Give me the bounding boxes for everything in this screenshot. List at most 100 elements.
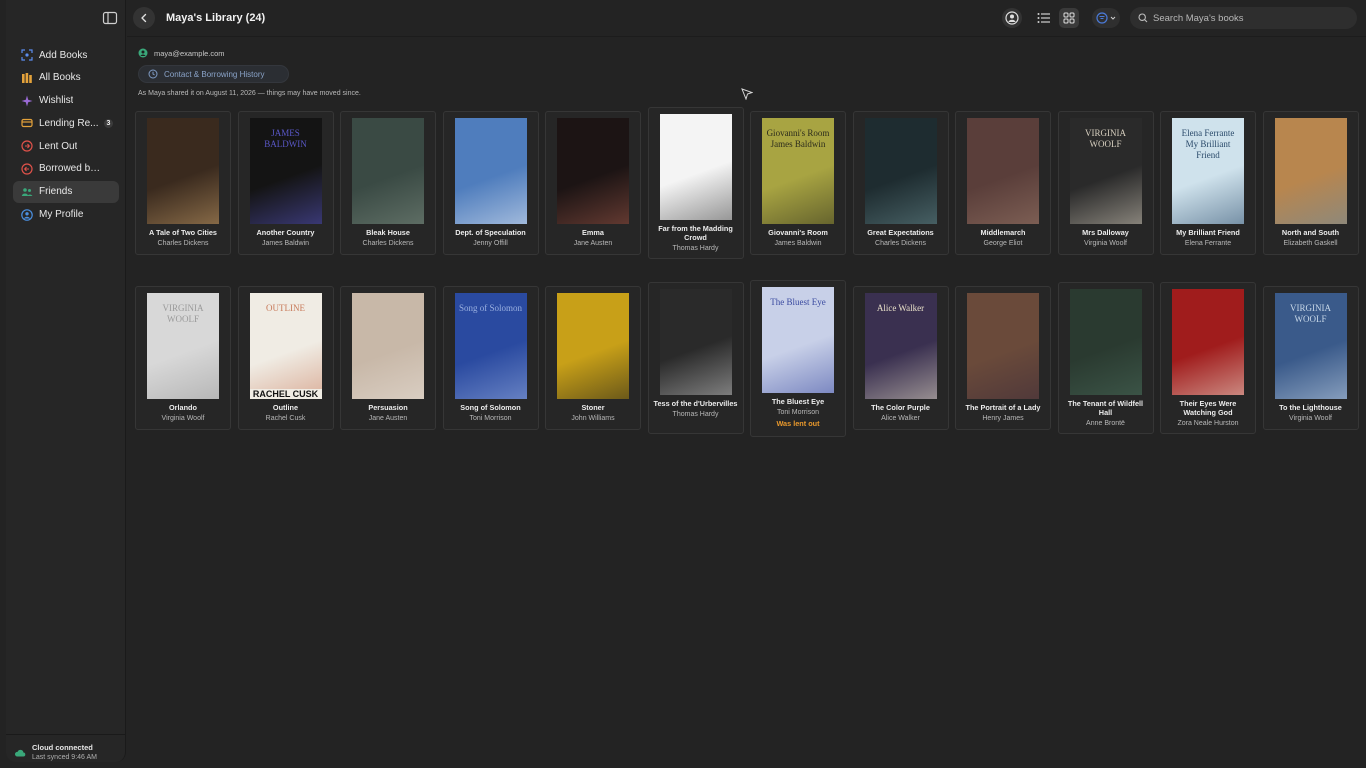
sidebar-item-all-books[interactable]: All Books xyxy=(13,67,119,89)
book-author: Thomas Hardy xyxy=(672,411,719,418)
book-card[interactable]: Great Expectations Charles Dickens xyxy=(852,111,949,255)
book-card[interactable]: Their Eyes Were Watching God Zora Neale H… xyxy=(1160,282,1256,434)
cover-text: VIRGINIA WOOLF xyxy=(1290,303,1331,324)
sidebar-item-add-books[interactable]: Add Books xyxy=(13,44,119,66)
book-card[interactable]: OUTLINE RACHEL CUSK Outline Rachel Cusk xyxy=(237,286,334,430)
book-title: The Portrait of a Lady xyxy=(965,403,1041,412)
search-box[interactable] xyxy=(1130,7,1357,29)
friend-email: maya@example.com xyxy=(138,48,225,58)
book-card[interactable]: Persuasion Jane Austen xyxy=(340,286,436,430)
sidebar-item-borrowed-by-me[interactable]: Borrowed by Me xyxy=(13,158,119,180)
book-card[interactable]: A Tale of Two Cities Charles Dickens xyxy=(135,111,231,255)
book-author: James Baldwin xyxy=(261,240,310,247)
sync-title: Cloud connected xyxy=(32,742,93,752)
book-card[interactable]: Far from the Madding Crowd Thomas Hardy xyxy=(647,107,744,259)
book-card[interactable]: Song of Solomon Song of Solomon Toni Morri… xyxy=(442,286,539,430)
contact-history-label: Contact & Borrowing History xyxy=(164,69,265,79)
list-view-button[interactable] xyxy=(1035,9,1053,27)
filter-circle-icon xyxy=(1096,12,1108,24)
book-card[interactable]: The Portrait of a Lady Henry James xyxy=(955,286,1051,430)
book-card[interactable]: Stoner John Williams xyxy=(545,286,641,430)
cover-text-author: RACHEL CUSK xyxy=(249,389,322,399)
book-author: Virginia Woolf xyxy=(161,415,205,422)
scan-icon xyxy=(21,49,33,61)
book-cover: Elena Ferrante My Brilliant Friend xyxy=(1172,118,1244,224)
book-card[interactable]: VIRGINIA WOOLF To the Lighthouse Virginia … xyxy=(1262,286,1359,430)
book-cover: VIRGINIA WOOLF xyxy=(1274,293,1347,399)
sidebar-item-label: Add Books xyxy=(39,49,88,61)
book-title: Stoner xyxy=(581,403,605,412)
clock-icon xyxy=(148,69,158,79)
filter-menu-button[interactable] xyxy=(1092,8,1120,28)
book-cover xyxy=(967,118,1039,224)
book-cover: Giovanni's Room James Baldwin xyxy=(762,118,834,224)
sidebar-item-label: Lending Re... xyxy=(39,117,99,129)
book-author: Virginia Woolf xyxy=(1289,415,1332,422)
grid-view-button[interactable] xyxy=(1059,8,1079,28)
book-card[interactable]: Giovanni's Room James Baldwin Giovanni's … xyxy=(750,111,846,255)
contact-history-button[interactable]: Contact & Borrowing History xyxy=(138,65,289,83)
toolbar: Maya's Library (24) xyxy=(127,0,1366,37)
book-author: Toni Morrison xyxy=(469,415,512,422)
chevron-left-icon xyxy=(141,13,147,23)
account-button[interactable] xyxy=(1002,8,1022,28)
lent-icon xyxy=(21,140,33,152)
sidebar-item-label: Wishlist xyxy=(39,95,74,107)
sidebar-item-label: Borrowed by Me xyxy=(39,163,101,175)
book-card[interactable]: VIRGINIA WOOLF Orlando Virginia Woolf xyxy=(135,286,231,430)
book-cover xyxy=(1172,289,1244,395)
book-card[interactable]: Alice Walker The Color Purple Alice Walker xyxy=(852,286,949,430)
book-author: Jenny Offill xyxy=(473,240,508,247)
grid-icon xyxy=(1063,12,1075,24)
book-author: Rachel Cusk xyxy=(265,415,306,422)
book-cover xyxy=(864,118,937,224)
book-author: Jane Austen xyxy=(368,415,408,422)
person-circle-icon xyxy=(1005,11,1019,25)
cover-text: Giovanni's Room James Baldwin xyxy=(766,128,830,149)
book-author: Alice Walker xyxy=(881,415,920,422)
book-cover: VIRGINIA WOOLF xyxy=(1069,118,1142,224)
sidebar-item-label: Lent Out xyxy=(39,140,78,152)
book-card[interactable]: The Tenant of Wildfell Hall Anne Brontë xyxy=(1057,282,1154,434)
sidebar-item-wishlist[interactable]: Wishlist xyxy=(13,90,119,112)
book-cover xyxy=(1274,118,1347,224)
sidebar-item-friends[interactable]: Friends xyxy=(13,180,119,203)
sidebar-item-lending-re[interactable]: Lending Re... 3 xyxy=(13,112,119,134)
book-card[interactable]: Emma Jane Austen xyxy=(545,111,641,255)
book-cover: Alice Walker xyxy=(864,293,937,399)
book-title: Bleak House xyxy=(366,228,410,237)
book-author: Zora Neale Hurston xyxy=(1177,420,1239,427)
book-card[interactable]: Middlemarch George Eliot xyxy=(955,111,1051,255)
sync-status: Cloud connected Last synced 9:46 AM xyxy=(6,734,126,768)
profile-icon xyxy=(21,208,33,221)
sidebar-item-my-profile[interactable]: My Profile xyxy=(13,204,119,226)
book-card[interactable]: North and South Elizabeth Gaskell xyxy=(1262,111,1359,255)
sync-subtitle: Last synced 9:46 AM xyxy=(32,753,97,761)
book-card[interactable]: Tess of the d'Urbervilles Thomas Hardy xyxy=(647,282,744,434)
book-title: The Tenant of Wildfell Hall xyxy=(1067,399,1144,417)
book-card[interactable]: The Bluest Eye The Bluest Eye Toni Morriso… xyxy=(750,280,846,437)
book-title: Great Expectations xyxy=(867,228,934,237)
book-cover xyxy=(967,293,1039,399)
book-author: Charles Dickens xyxy=(362,240,414,247)
book-author: Charles Dickens xyxy=(875,240,926,247)
sidebar-item-label: All Books xyxy=(39,72,81,84)
book-title: The Bluest Eye xyxy=(771,397,825,406)
sidebar-item-lent-out[interactable]: Lent Out xyxy=(13,135,119,157)
book-card[interactable]: Elena Ferrante My Brilliant Friend My Bri… xyxy=(1160,111,1256,255)
back-button[interactable] xyxy=(133,7,155,29)
book-card[interactable]: VIRGINIA WOOLF Mrs Dalloway Virginia Woolf xyxy=(1057,111,1154,255)
book-card[interactable]: JAMES BALDWIN Another Country James Baldwi… xyxy=(237,111,334,255)
book-author: Henry James xyxy=(982,415,1024,422)
search-input[interactable] xyxy=(1153,12,1343,24)
book-card[interactable]: Bleak House Charles Dickens xyxy=(340,111,436,255)
books-icon xyxy=(21,72,33,84)
book-title: Persuasion xyxy=(368,403,408,412)
book-cover xyxy=(1069,289,1142,395)
list-icon xyxy=(1037,13,1050,23)
book-cover xyxy=(352,293,424,399)
book-title: Mrs Dalloway xyxy=(1082,228,1129,237)
sidebar-toggle-icon[interactable] xyxy=(102,10,118,26)
book-author: James Baldwin xyxy=(774,240,822,247)
book-card[interactable]: Dept. of Speculation Jenny Offill xyxy=(442,111,539,255)
